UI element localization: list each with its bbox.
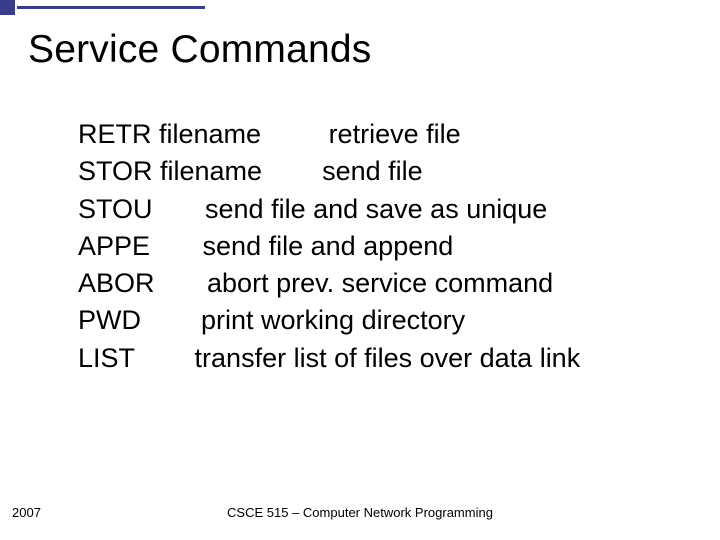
accent-line-icon xyxy=(15,0,205,15)
command-row: LIST transfer list of files over data li… xyxy=(78,340,690,377)
command-row: RETR filename retrieve file xyxy=(78,116,690,153)
command-row: ABOR abort prev. service command xyxy=(78,265,690,302)
command-row: STOU send file and save as unique xyxy=(78,191,690,228)
slide: Service Commands RETR filename retrieve … xyxy=(0,0,720,540)
command-row: STOR filename send file xyxy=(78,153,690,190)
slide-content: RETR filename retrieve file STOR filenam… xyxy=(78,116,690,377)
command-row: APPE send file and append xyxy=(78,228,690,265)
accent-bar xyxy=(0,0,720,15)
footer-course: CSCE 515 – Computer Network Programming xyxy=(0,505,720,520)
accent-square-icon xyxy=(0,0,15,15)
slide-title: Service Commands xyxy=(28,28,371,72)
command-row: PWD print working directory xyxy=(78,302,690,339)
